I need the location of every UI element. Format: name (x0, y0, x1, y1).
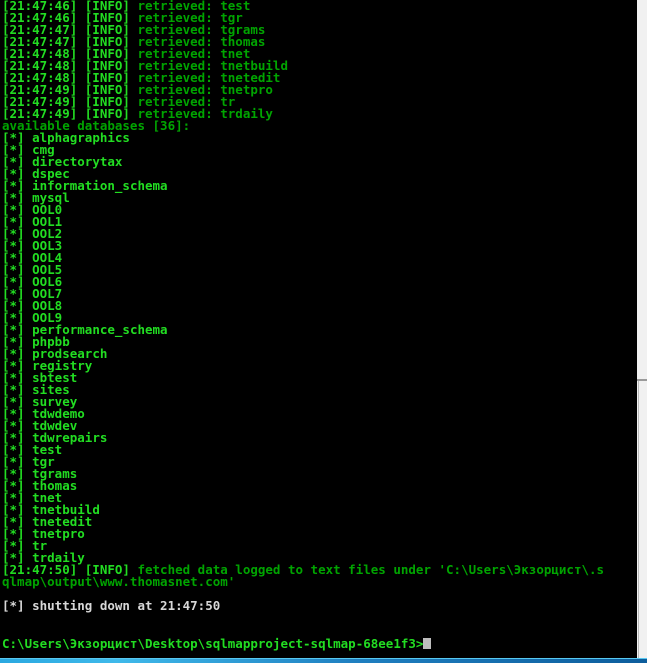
database-list-item: [*] performance_schema (0, 323, 637, 336)
text-cursor (423, 638, 432, 649)
database-list-item: [*] OOL3 (0, 239, 637, 252)
database-list-item: [*] tdwdemo (0, 407, 637, 420)
database-list-item: [*] directorytax (0, 155, 637, 168)
database-list-item: [*] mysql (0, 191, 637, 204)
database-list-item: [*] tnetbuild (0, 503, 637, 516)
database-list-item: [*] prodsearch (0, 347, 637, 360)
database-list-item: [*] tgrams (0, 467, 637, 480)
database-list-item: [*] tgr (0, 455, 637, 468)
screen: [21:47:46] [INFO] retrieved: test [21:47:… (0, 0, 647, 663)
database-list-item: [*] alphagraphics (0, 131, 637, 144)
database-list: [*] alphagraphics [*] cmg [*] directorytax… (0, 131, 637, 564)
database-list-item: [*] sites (0, 383, 637, 396)
fetched-data-line-wrap: qlmap\output\www.thomasnet.com' (2, 574, 236, 589)
terminal-output[interactable]: [21:47:46] [INFO] retrieved: test [21:47:… (0, 0, 637, 659)
sqlmap-log-lines: [21:47:46] [INFO] retrieved: test [21:47:… (0, 0, 637, 120)
database-list-item: [*] sbtest (0, 371, 637, 384)
database-list-item: [*] OOL1 (0, 215, 637, 228)
database-list-item: [*] survey (0, 395, 637, 408)
database-list-item: [*] thomas (0, 479, 637, 492)
command-prompt-line[interactable]: C:\Users\Экзорцист\Desktop\sqlmapproject… (2, 636, 432, 651)
database-list-item: [*] tnetpro (0, 527, 637, 540)
database-list-item: [*] test (0, 443, 637, 456)
database-list-item: [*] tr (0, 539, 637, 552)
database-list-item: [*] OOL6 (0, 275, 637, 288)
database-list-item: [*] OOL7 (0, 287, 637, 300)
database-list-item: [*] information_schema (0, 179, 637, 192)
windows-taskbar[interactable] (0, 659, 647, 663)
database-list-item: [*] OOL5 (0, 263, 637, 276)
database-list-item: [*] OOL8 (0, 299, 637, 312)
database-list-item: [*] OOL2 (0, 227, 637, 240)
background-window-border-line (638, 381, 639, 663)
database-list-item: [*] OOL4 (0, 251, 637, 264)
database-list-item: [*] tnetedit (0, 515, 637, 528)
database-list-item: [*] OOL0 (0, 203, 637, 216)
database-list-item: [*] tdwrepairs (0, 431, 637, 444)
shutdown-line: [*] shutting down at 21:47:50 (2, 598, 221, 613)
database-list-item: [*] registry (0, 359, 637, 372)
prompt-path: C:\Users\Экзорцист\Desktop\sqlmapproject… (2, 636, 424, 651)
